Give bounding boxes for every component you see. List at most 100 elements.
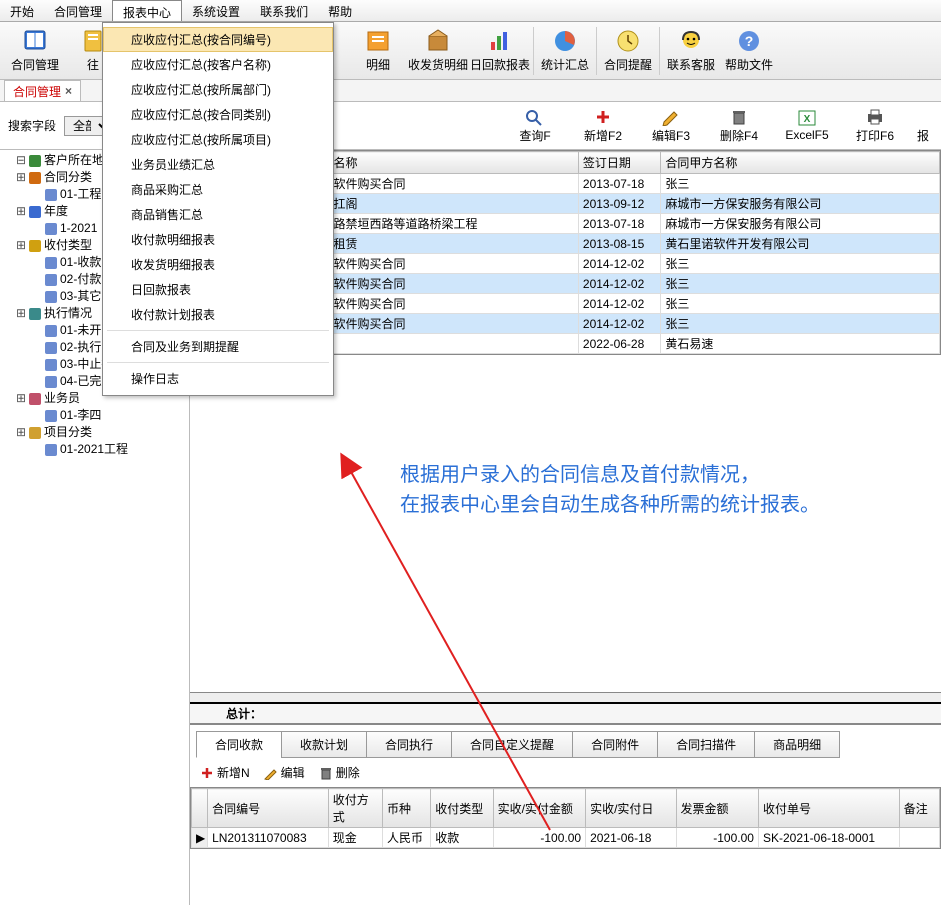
doc-icon [44,358,58,372]
print-button[interactable]: 打印F6 [845,108,905,144]
dropdown-item[interactable]: 收付款明细报表 [103,227,333,252]
toolbar-contract-mgmt[interactable]: 合同管理 [6,25,64,77]
detail-tab[interactable]: 合同自定义提醒 [451,731,573,758]
menu-help[interactable]: 帮助 [318,0,362,21]
doc-icon [44,341,58,355]
detail-table-header[interactable]: 实收/实付日 [586,789,676,828]
dropdown-item[interactable]: 应收应付汇总(按合同类别) [103,102,333,127]
detail-tab[interactable]: 收款计划 [281,731,367,758]
report-center-dropdown: 应收应付汇总(按合同编号)应收应付汇总(按客户名称)应收应付汇总(按所属部门)应… [102,22,334,396]
globe-icon [28,154,42,168]
query-button[interactable]: 查询F [505,108,565,144]
contract-name-cell: 南环路禁垣西路等道路桥梁工程 [305,214,578,234]
detail-table-header[interactable]: 备注 [899,789,939,828]
dropdown-item[interactable]: 应收应付汇总(按合同编号) [103,27,333,52]
menu-start[interactable]: 开始 [0,0,44,21]
tree-expander[interactable]: ⊞ [16,305,26,322]
dropdown-item[interactable]: 应收应付汇总(按所属部门) [103,77,333,102]
flag-icon [28,307,42,321]
dropdown-item[interactable]: 收发货明细报表 [103,252,333,277]
menu-contract-mgmt[interactable]: 合同管理 [44,0,112,21]
delete-button[interactable]: 删除F4 [709,108,769,144]
detail-table-header[interactable]: 收付类型 [431,789,493,828]
dropdown-item[interactable]: 合同及业务到期提醒 [103,334,333,359]
excel-export-button[interactable]: X ExcelF5 [777,109,837,142]
dropdown-item[interactable]: 收付款计划报表 [103,302,333,327]
detail-table-header[interactable]: 发票金额 [676,789,758,828]
search-icon [524,108,546,126]
detail-tab[interactable]: 合同附件 [572,731,658,758]
add-button[interactable]: 新增F2 [573,108,633,144]
detail-table-header[interactable]: 收付单号 [758,789,899,828]
detail-table-header[interactable]: 合同编号 [208,789,329,828]
dropdown-item[interactable]: 日回款报表 [103,277,333,302]
dropdown-item[interactable]: 业务员业绩汇总 [103,152,333,177]
summary-row: 总计： [190,702,941,724]
table-header[interactable]: 合同甲方名称 [661,152,940,174]
tree-label: 02-付款 [60,271,101,288]
report-button[interactable]: 报 [913,108,933,144]
detail-add-button[interactable]: 新增N [200,764,250,781]
detail-table-header[interactable]: 收付方式 [328,789,382,828]
table-header[interactable]: 合同名称 [305,152,578,174]
dropdown-item[interactable]: 应收应付汇总(按客户名称) [103,52,333,77]
tree-label: 项目分类 [44,424,92,441]
toolbar-help-file[interactable]: ? 帮助文件 [720,25,778,77]
dropdown-separator [107,330,329,331]
detail-tab[interactable]: 商品明细 [754,731,840,758]
detail-table-header[interactable]: 实收/实付金额 [493,789,585,828]
menu-system-settings[interactable]: 系统设置 [182,0,250,21]
sign-date-cell: 2014-12-02 [578,274,661,294]
toolbar-separator [533,27,534,75]
trash-icon [319,766,333,780]
detail-tab[interactable]: 合同扫描件 [657,731,755,758]
menu-contact-us[interactable]: 联系我们 [250,0,318,21]
toolbar-detail[interactable]: 明细 [349,25,407,77]
tree-label: 1-2021 [60,220,97,237]
toolbar-label: 帮助文件 [725,56,773,73]
doc-icon [44,324,58,338]
tree-label: 01-收款 [60,254,101,271]
horizontal-scrollbar[interactable] [190,692,941,702]
tree-expander[interactable]: ⊞ [16,169,26,186]
toolbar-daily-payment[interactable]: 日回款报表 [469,25,531,77]
tag-icon [28,171,42,185]
tree-expander[interactable]: ⊞ [16,390,26,407]
detail-table: 合同编号收付方式币种收付类型实收/实付金额实收/实付日发票金额收付单号备注 ▶L… [190,787,941,849]
toolbar-label: 日回款报表 [470,56,530,73]
menu-report-center[interactable]: 报表中心 [112,0,182,21]
edit-button[interactable]: 编辑F3 [641,108,701,144]
svg-text:X: X [804,114,811,125]
detail-table-row[interactable]: ▶LN201311070083现金人民币收款-100.002021-06-18-… [192,828,940,848]
toolbar-stats-summary[interactable]: 统计汇总 [536,25,594,77]
toolbar-contact-support[interactable]: 联系客服 [662,25,720,77]
dropdown-item[interactable]: 应收应付汇总(按所属项目) [103,127,333,152]
detail-table-header[interactable] [192,789,208,828]
table-header[interactable]: 签订日期 [578,152,661,174]
tab-contract-mgmt[interactable]: 合同管理 × [4,80,81,101]
tree-child[interactable]: 01-2021工程 [16,441,189,458]
tree-node[interactable]: ⊞ 项目分类 [16,424,189,441]
detail-tab[interactable]: 合同收款 [196,731,282,758]
tree-expander[interactable]: ⊞ [16,203,26,220]
detail-delete-button[interactable]: 删除 [319,764,360,781]
tree-child[interactable]: 01-李四 [16,407,189,424]
dropdown-item[interactable]: 商品采购汇总 [103,177,333,202]
detail-tab[interactable]: 合同执行 [366,731,452,758]
toolbar-shipment-detail[interactable]: 收发货明细 [407,25,469,77]
tree-label: 客户所在地 [44,152,104,169]
party-cell: 张三 [661,294,940,314]
tree-expander[interactable]: ⊞ [16,424,26,441]
doc-icon [44,375,58,389]
dropdown-item[interactable]: 操作日志 [103,366,333,391]
tab-close-button[interactable]: × [65,84,72,98]
dropdown-item[interactable]: 商品销售汇总 [103,202,333,227]
toolbar-contract-reminder[interactable]: 合同提醒 [599,25,657,77]
tree-expander[interactable]: ⊟ [16,152,26,169]
annotation-line1: 根据用户录入的合同信息及首付款情况， [400,460,820,490]
detail-edit-button[interactable]: 编辑 [264,764,305,781]
package-icon [424,28,452,54]
detail-table-header[interactable]: 币种 [383,789,431,828]
tree-expander[interactable]: ⊞ [16,237,26,254]
tree-label: 01-工程 [60,186,101,203]
